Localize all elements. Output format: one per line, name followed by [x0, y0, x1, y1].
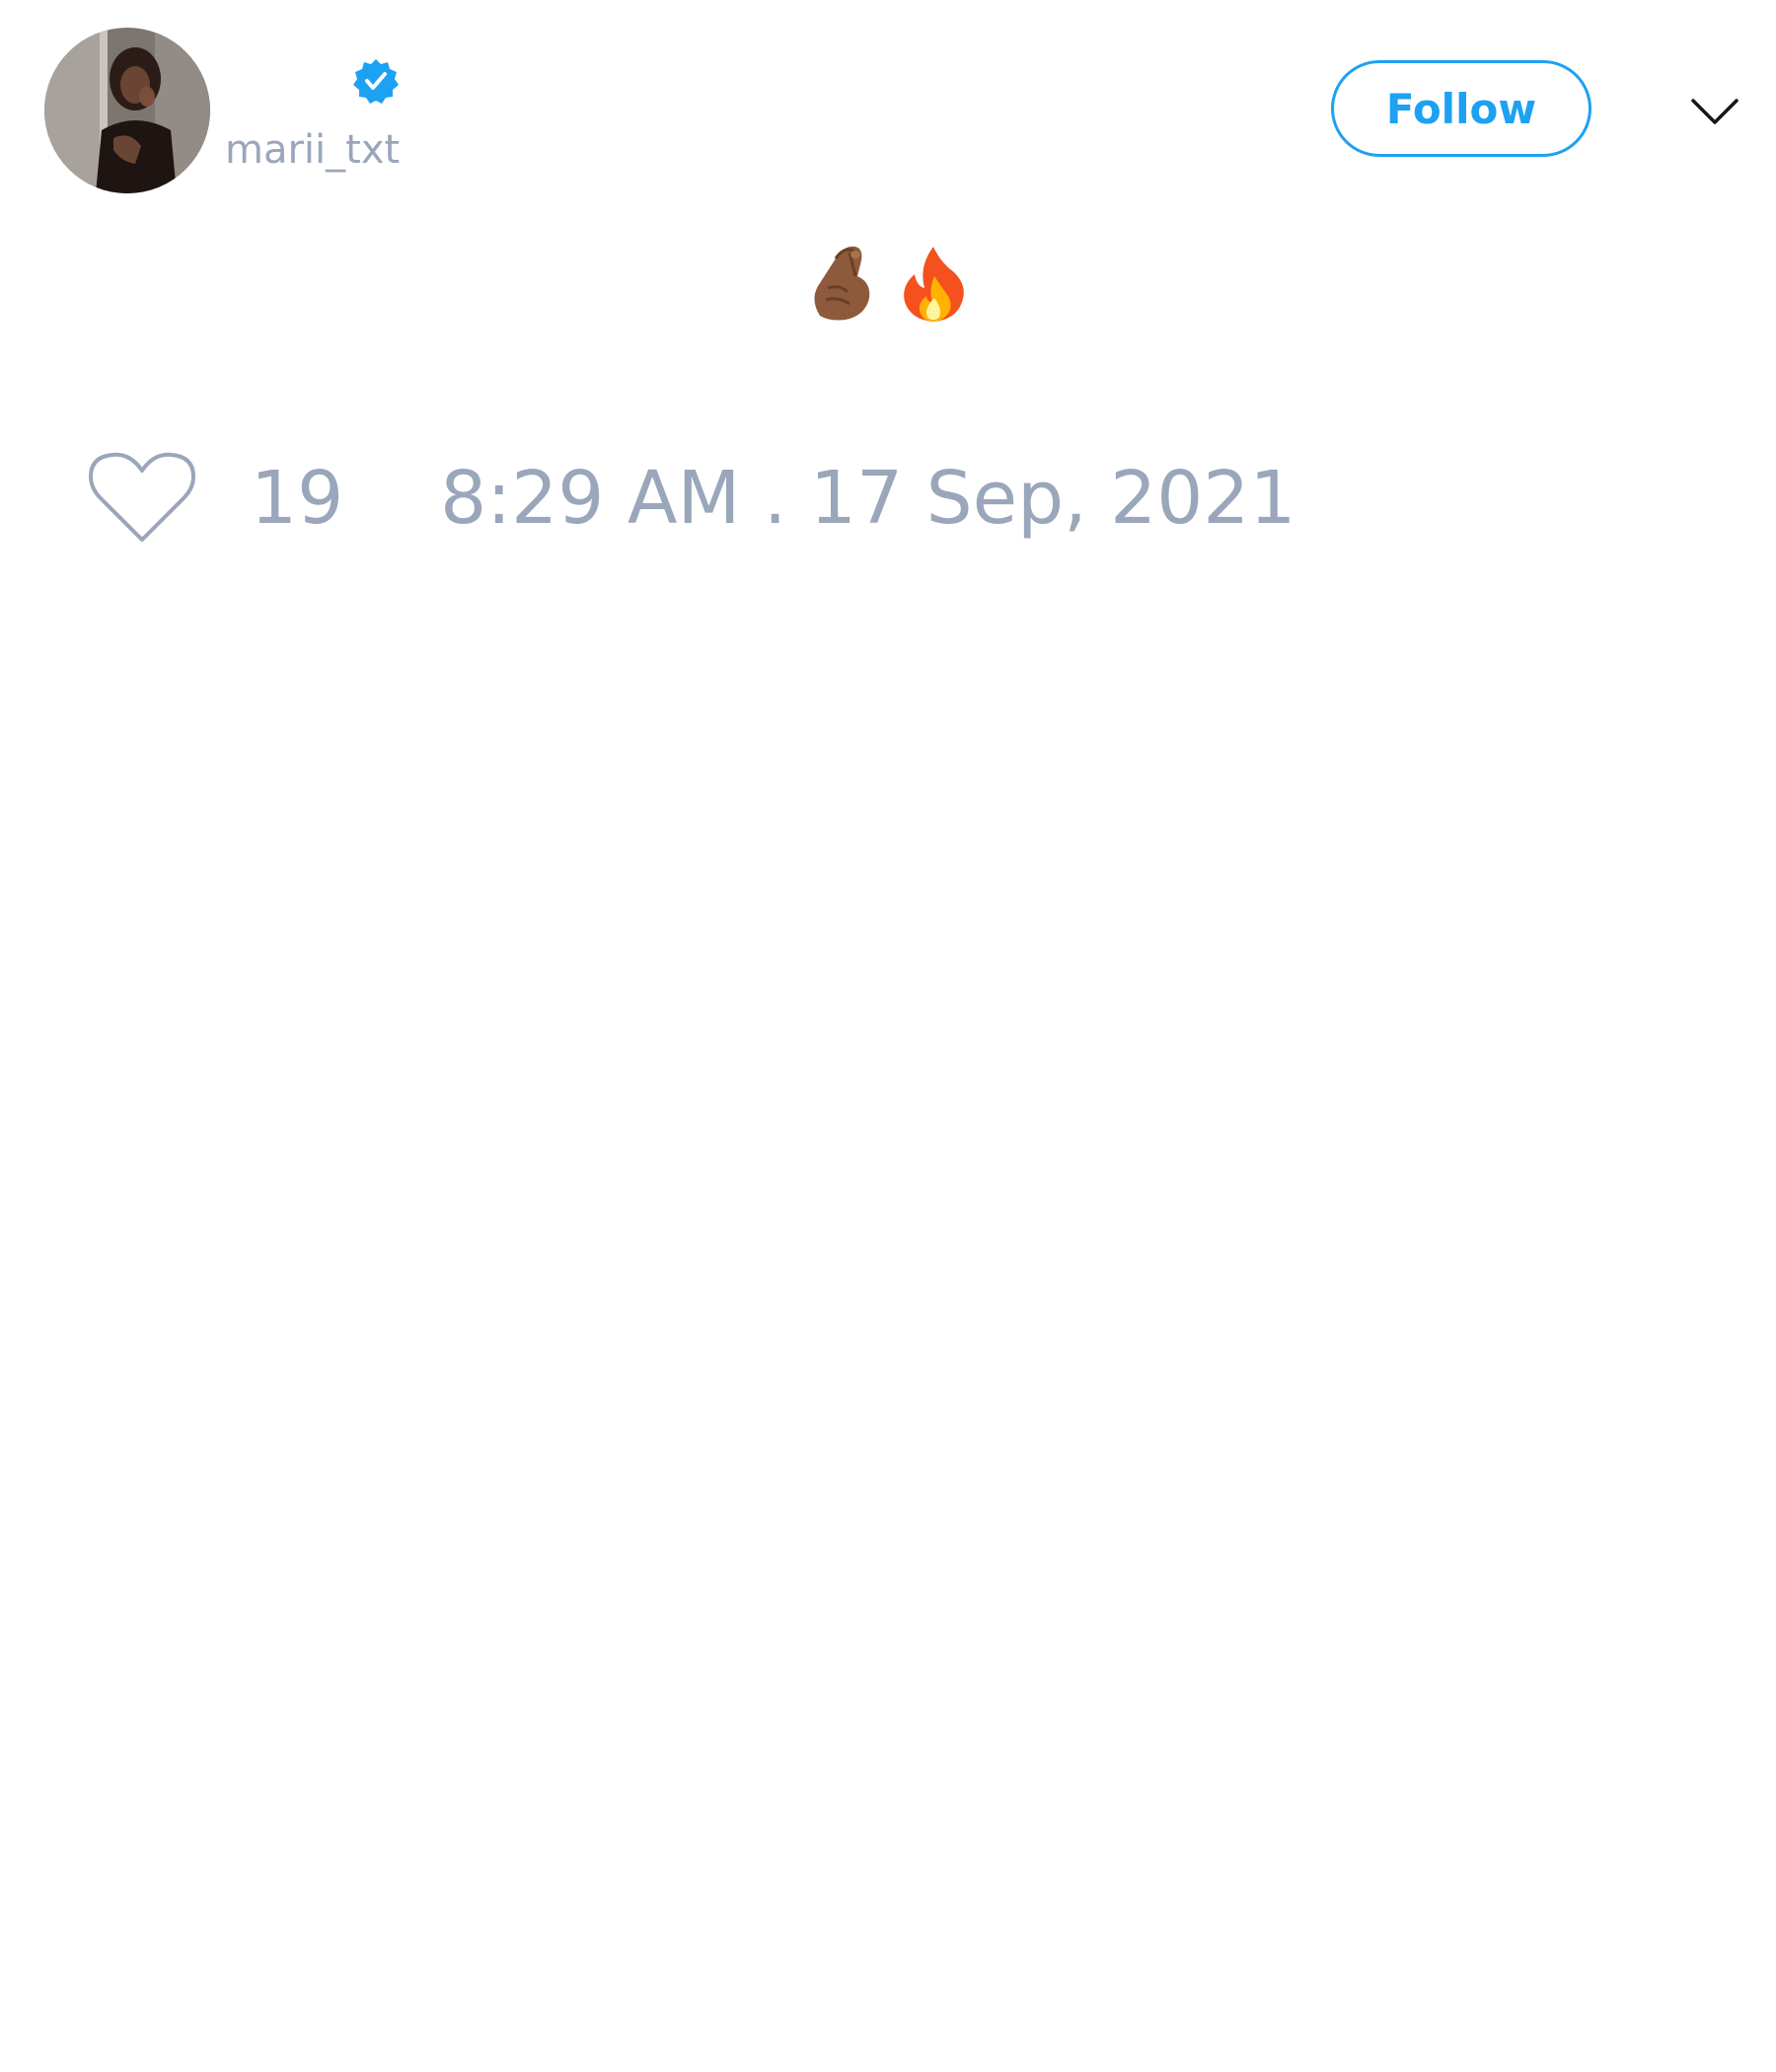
- follow-button[interactable]: Follow: [1331, 60, 1591, 157]
- pinched-fingers-icon: [814, 246, 870, 321]
- user-handle[interactable]: marii_txt: [225, 124, 400, 176]
- tweet-card: marii_txt Follow 19 8:29 AM . 17 Sep, 20…: [0, 0, 1776, 2072]
- chevron-down-icon[interactable]: [1689, 87, 1740, 134]
- heart-icon[interactable]: [89, 451, 195, 546]
- avatar[interactable]: [44, 28, 210, 193]
- verified-badge-icon: [351, 56, 401, 106]
- tweet-text: [0, 243, 1776, 347]
- name-row: [225, 55, 401, 107]
- like-count[interactable]: 19: [251, 456, 343, 541]
- fire-icon: [904, 247, 964, 322]
- tweet-timestamp[interactable]: 8:29 AM . 17 Sep, 2021: [440, 456, 1295, 541]
- tweet-footer: 19 8:29 AM . 17 Sep, 2021: [89, 444, 1295, 553]
- profile-photo: [44, 28, 210, 193]
- tweet-emoji-row: [806, 243, 970, 324]
